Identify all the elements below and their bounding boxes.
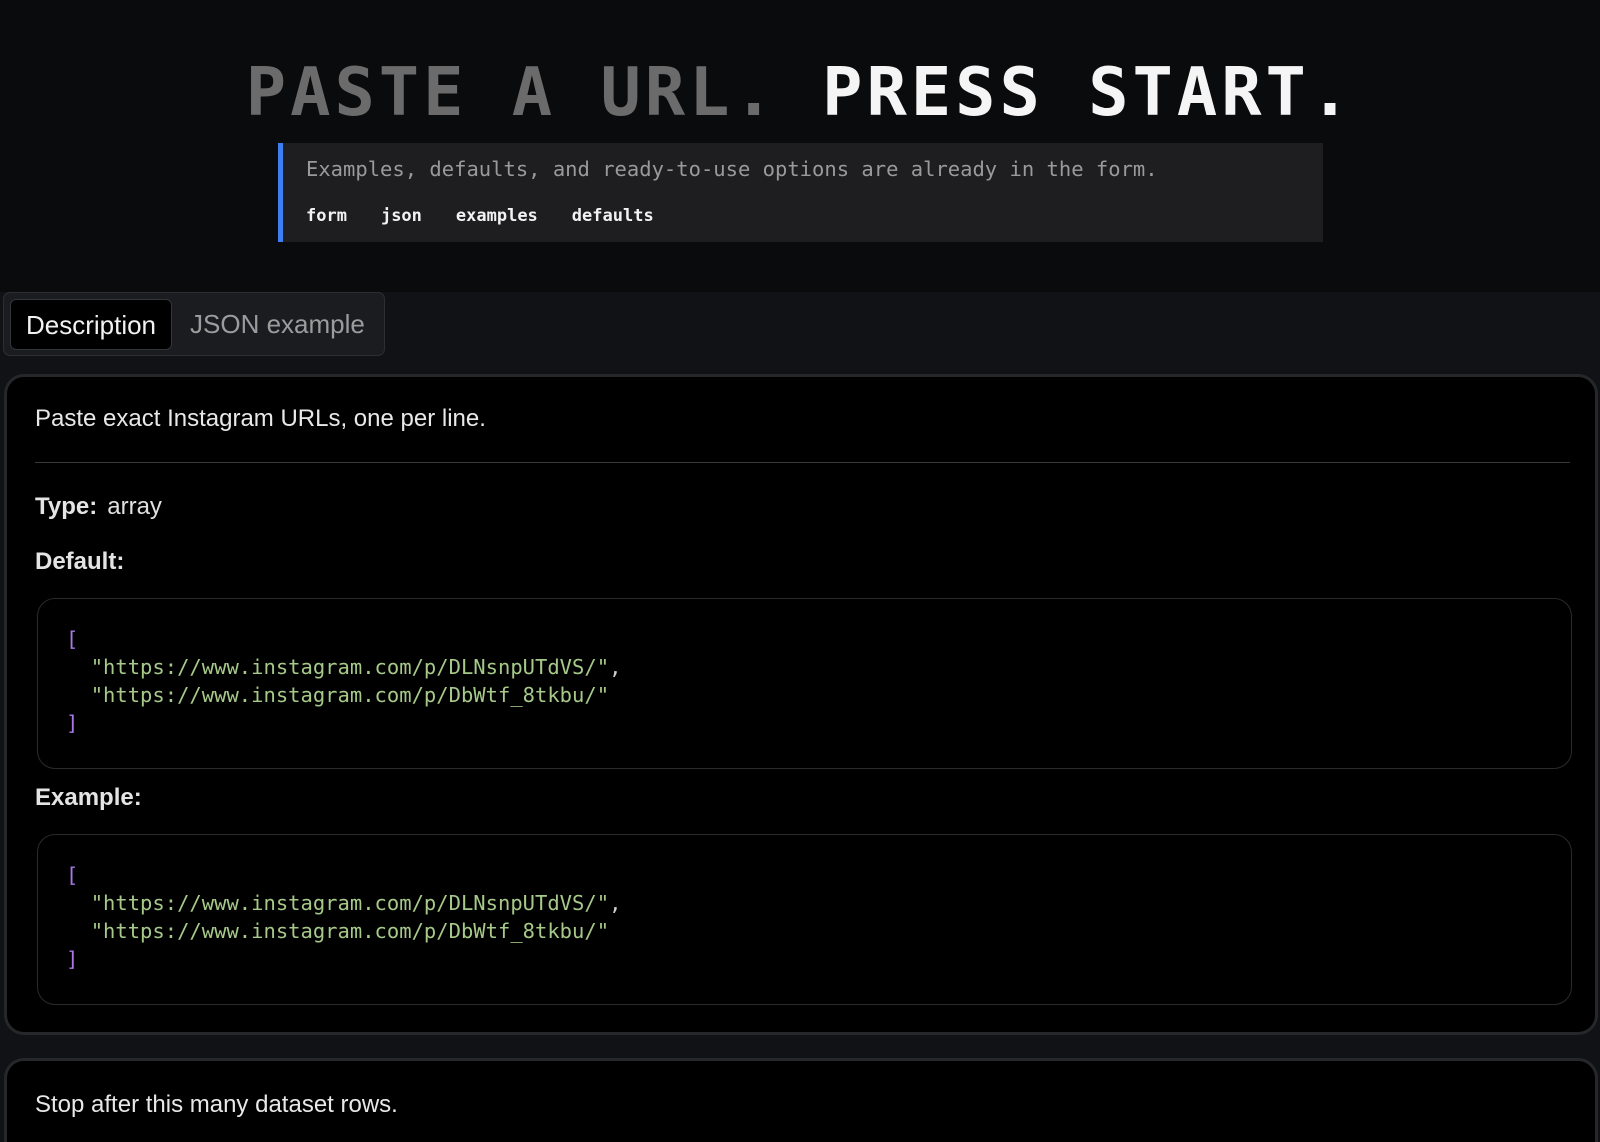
code-bracket-close: ] (66, 711, 79, 735)
code-string: "https://www.instagram.com/p/DbWtf_8tkbu… (90, 919, 610, 943)
field-description: Stop after this many dataset rows. (35, 1091, 398, 1118)
code-string: "https://www.instagram.com/p/DbWtf_8tkbu… (90, 683, 610, 707)
hero-title: PASTE A URL. PRESS START. (0, 52, 1600, 132)
example-code-block[interactable]: [ "https://www.instagram.com/p/DLNsnpUTd… (37, 834, 1572, 1005)
code-bracket-close: ] (66, 947, 79, 971)
code-string: "https://www.instagram.com/p/DLNsnpUTdVS… (90, 655, 610, 679)
divider (35, 462, 1570, 463)
hero-title-bright: PRESS START. (822, 53, 1355, 131)
tag-defaults[interactable]: defaults (572, 206, 654, 226)
default-code-block[interactable]: [ "https://www.instagram.com/p/DLNsnpUTd… (37, 598, 1572, 769)
field-card-max-rows: Stop after this many dataset rows. (4, 1058, 1598, 1142)
callout-text: Examples, defaults, and ready-to-use opt… (306, 157, 1158, 181)
tab-bar: Description JSON example (3, 292, 385, 356)
hero-section: PASTE A URL. PRESS START. Examples, defa… (0, 0, 1600, 292)
info-callout: Examples, defaults, and ready-to-use opt… (278, 143, 1323, 242)
type-row: Type: array (35, 493, 162, 521)
hero-title-dim: PASTE A URL. (245, 53, 778, 131)
tag-examples[interactable]: examples (456, 206, 538, 226)
default-code: [ "https://www.instagram.com/p/DLNsnpUTd… (66, 627, 622, 735)
tab-json-example[interactable]: JSON example (190, 299, 365, 350)
callout-tags: form json examples defaults (306, 206, 654, 226)
field-card-urls: Paste exact Instagram URLs, one per line… (4, 374, 1598, 1035)
tag-form[interactable]: form (306, 206, 347, 226)
field-description: Paste exact Instagram URLs, one per line… (35, 405, 486, 432)
tag-json[interactable]: json (381, 206, 422, 226)
code-string: "https://www.instagram.com/p/DLNsnpUTdVS… (90, 891, 610, 915)
type-label: Type: (35, 493, 98, 520)
code-bracket-open: [ (66, 627, 79, 651)
code-bracket-open: [ (66, 863, 79, 887)
default-label: Default: (35, 548, 125, 575)
example-label: Example: (35, 784, 142, 811)
type-value: array (107, 493, 162, 520)
example-code: [ "https://www.instagram.com/p/DLNsnpUTd… (66, 863, 622, 971)
tab-description[interactable]: Description (10, 299, 172, 350)
